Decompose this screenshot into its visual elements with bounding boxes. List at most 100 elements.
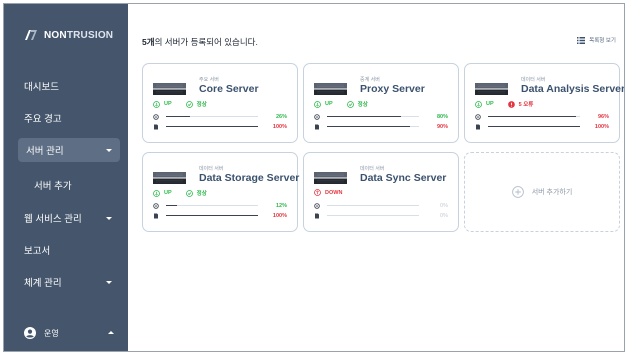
power-icon [314, 100, 321, 108]
cpu-track [488, 116, 580, 117]
sidebar-item-system-management[interactable]: 체계 관리 [4, 270, 128, 294]
disk-track [488, 126, 580, 127]
disk-fill [166, 215, 258, 216]
sidebar-item-alerts[interactable]: 주요 경고 [4, 106, 128, 130]
list-view-toggle[interactable]: 목록형 보기 [577, 36, 616, 44]
disk-fill [488, 126, 580, 127]
power-status: UP [314, 100, 333, 108]
sidebar: NONTRUSION 대시보드 주요 경고 서버 관리 서버 추가 웹 서비스 … [4, 4, 128, 351]
sidebar-item-add-server[interactable]: 서버 추가 [4, 173, 128, 197]
power-status-label: UP [164, 190, 172, 196]
cpu-percent: 0% [440, 202, 448, 209]
power-icon [153, 100, 160, 108]
check-circle-icon [185, 189, 193, 197]
server-name: Core Server [199, 83, 259, 95]
disk-percent: 100% [594, 123, 609, 130]
health-label: 정상 [196, 102, 207, 108]
cpu-percent: 12% [275, 202, 287, 209]
page-title: 5개의 서버가 등록되어 있습니다. [142, 37, 258, 47]
sidebar-item-reports[interactable]: 보고서 [4, 238, 128, 262]
server-rack-icon [153, 83, 186, 95]
health-label: 정상 [357, 102, 368, 108]
health-status: 정상 [346, 100, 368, 108]
server-card[interactable]: 데이터 서버 Data Sync Server DOWN 0% 0% [303, 152, 459, 232]
chevron-down-icon [106, 217, 112, 220]
cpu-fill [327, 116, 401, 117]
health-label: 5 오류 [518, 102, 534, 108]
cpu-track [327, 116, 419, 117]
disk-meter: 0% [314, 212, 448, 219]
logo-icon [25, 30, 37, 40]
sidebar-item-dashboard[interactable]: 대시보드 [4, 74, 128, 98]
disk-fill [327, 126, 410, 127]
cpu-track [327, 205, 419, 206]
server-card[interactable]: 데이터 서버 Data Storage Server UP 정상 12% 100% [142, 152, 300, 232]
chevron-down-icon [106, 281, 112, 284]
check-circle-icon [185, 100, 193, 108]
power-status: UP [475, 100, 494, 108]
server-type: 데이터 서버 [199, 166, 224, 172]
cpu-track [166, 205, 258, 206]
health-label: 정상 [196, 191, 207, 197]
server-card[interactable]: 주요 서버 Core Server UP 정상 26% 100% [142, 63, 298, 143]
storage-icon [154, 213, 158, 218]
plus-circle-icon [511, 186, 524, 198]
add-server-card[interactable]: 서버 추가하기 [464, 152, 620, 232]
cpu-icon [153, 113, 159, 120]
disk-track [327, 215, 419, 216]
server-type: 데이터 서버 [360, 166, 385, 172]
server-name: Data Storage Server [199, 172, 300, 184]
sidebar-item-label: 보고서 [24, 246, 51, 257]
server-name: Data Sync Server [360, 172, 447, 184]
status-row: UP 정상 [153, 100, 207, 108]
disk-percent: 90% [436, 123, 448, 130]
cpu-percent: 96% [597, 113, 609, 120]
cpu-meter: 96% [475, 113, 609, 120]
server-card[interactable]: 데이터 서버 Data Analysis Server UP 5 오류 96% 100% [464, 63, 624, 143]
sidebar-item-label: 서버 관리 [26, 146, 64, 157]
power-status-label: UP [486, 101, 494, 107]
cpu-icon [314, 202, 320, 209]
cpu-meter: 26% [153, 113, 287, 120]
cpu-percent: 26% [275, 113, 287, 120]
disk-meter: 100% [153, 212, 287, 219]
cpu-icon [475, 113, 481, 120]
list-icon [577, 36, 586, 44]
disk-track [327, 126, 419, 127]
storage-icon [154, 124, 158, 129]
sidebar-item-label: 체계 관리 [24, 278, 62, 289]
view-toggle-label: 목록형 보기 [589, 38, 616, 44]
health-status: 정상 [185, 189, 207, 197]
user-menu[interactable]: 운영 [24, 327, 114, 339]
power-status: UP [153, 100, 172, 108]
cpu-fill [166, 116, 190, 117]
cpu-track [166, 116, 258, 117]
power-status-label: DOWN [325, 189, 343, 196]
error-icon [507, 100, 515, 108]
logo[interactable]: NONTRUSION [4, 4, 128, 66]
check-circle-icon [346, 100, 354, 108]
server-name: Proxy Server [360, 83, 425, 95]
sidebar-item-label: 주요 경고 [24, 114, 62, 125]
status-row: UP 5 오류 [475, 100, 533, 108]
sidebar-item-server-management[interactable]: 서버 관리 [18, 138, 120, 162]
server-card[interactable]: 중계 서버 Proxy Server UP 정상 80% 90% [303, 63, 459, 143]
storage-icon [315, 124, 319, 129]
server-type: 데이터 서버 [521, 77, 546, 83]
main-content: 5개의 서버가 등록되어 있습니다. 목록형 보기 주요 서버 Core Serv… [128, 4, 624, 351]
cpu-meter: 80% [314, 113, 448, 120]
status-row: DOWN [314, 189, 342, 196]
cpu-percent: 80% [436, 113, 448, 120]
sidebar-item-web-service-management[interactable]: 웹 서비스 관리 [4, 206, 128, 230]
health-status: 정상 [185, 100, 207, 108]
server-name: Data Analysis Server [521, 83, 625, 95]
power-off-icon [314, 189, 321, 196]
status-row: UP 정상 [153, 189, 207, 197]
disk-track [166, 126, 258, 127]
server-rack-icon [153, 172, 186, 184]
chevron-down-icon [106, 149, 112, 152]
sidebar-item-label: 대시보드 [24, 82, 59, 93]
status-row: UP 정상 [314, 100, 368, 108]
storage-icon [476, 124, 480, 129]
disk-meter: 100% [153, 123, 287, 130]
